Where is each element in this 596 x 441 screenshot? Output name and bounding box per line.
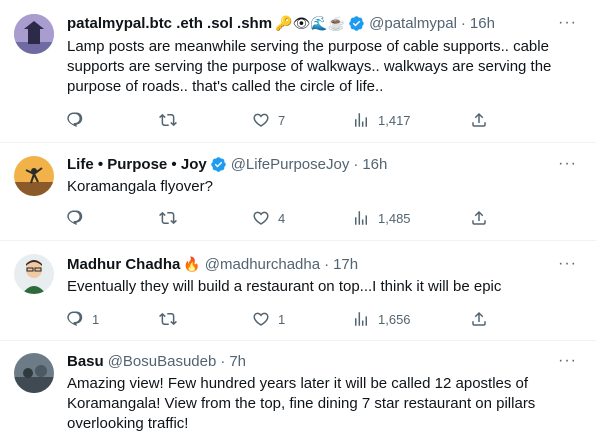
separator-dot: · bbox=[220, 352, 226, 370]
timestamp[interactable]: 7h bbox=[229, 353, 246, 370]
more-options-icon[interactable]: ··· bbox=[558, 15, 576, 36]
reply-button[interactable]: 1 bbox=[66, 309, 99, 329]
views-chart-icon bbox=[355, 113, 367, 127]
name-emojis: 🔥 bbox=[183, 255, 201, 272]
separator-dot: · bbox=[324, 255, 330, 273]
timestamp[interactable]: 16h bbox=[362, 156, 387, 173]
views-button[interactable]: 1,485 bbox=[352, 208, 411, 228]
heart-icon bbox=[253, 312, 269, 326]
name-emojis: 🔑👁🌊☕ bbox=[275, 14, 346, 31]
views-chart-icon bbox=[355, 211, 367, 225]
timestamp[interactable]: 17h bbox=[333, 256, 358, 273]
author-handle[interactable]: @LifePurposeJoy bbox=[231, 156, 350, 173]
avatar[interactable] bbox=[14, 254, 54, 294]
more-options-icon[interactable]: ··· bbox=[558, 256, 576, 277]
author-name[interactable]: Basu bbox=[67, 353, 104, 370]
reply-icon bbox=[67, 311, 83, 327]
reply-button[interactable] bbox=[66, 208, 92, 228]
tweet-2[interactable]: Life • Purpose • Joy @LifePurposeJoy · 1… bbox=[0, 143, 596, 241]
avatar[interactable] bbox=[14, 156, 54, 196]
share-icon bbox=[472, 112, 486, 127]
action-bar: 4 1,485 bbox=[56, 208, 496, 228]
verified-badge-icon bbox=[210, 156, 227, 173]
share-icon bbox=[472, 311, 486, 326]
tweet-3[interactable]: Madhur Chadha 🔥 @madhurchadha · 17h ··· … bbox=[0, 241, 596, 341]
retweet-icon bbox=[159, 113, 177, 127]
like-button[interactable]: 7 bbox=[252, 110, 285, 130]
action-bar: 1 1 1,656 bbox=[56, 309, 496, 329]
heart-icon bbox=[253, 113, 269, 127]
tweet-1[interactable]: patalmypal.btc .eth .sol .shm 🔑👁🌊☕ @pata… bbox=[0, 0, 596, 143]
retweet-button[interactable] bbox=[159, 309, 185, 329]
retweet-icon bbox=[159, 211, 177, 225]
like-button[interactable]: 4 bbox=[252, 208, 285, 228]
tweet-text: Lamp posts are meanwhile serving the pur… bbox=[67, 38, 552, 95]
author-handle[interactable]: @madhurchadha bbox=[205, 256, 320, 273]
author-name[interactable]: Life • Purpose • Joy bbox=[67, 156, 207, 173]
tweet-text: Amazing view! Few hundred years later it… bbox=[67, 375, 536, 432]
heart-icon bbox=[253, 211, 269, 225]
avatar[interactable] bbox=[14, 353, 54, 393]
avatar[interactable] bbox=[14, 14, 54, 54]
retweet-button[interactable] bbox=[159, 110, 185, 130]
share-button[interactable] bbox=[470, 110, 488, 130]
tweet-text: Koramangala flyover? bbox=[67, 178, 213, 195]
views-chart-icon bbox=[355, 312, 367, 326]
more-options-icon[interactable]: ··· bbox=[558, 156, 576, 177]
author-handle[interactable]: @BosuBasudeb bbox=[108, 353, 217, 370]
author-handle[interactable]: @patalmypal bbox=[369, 15, 457, 32]
more-options-icon[interactable]: ··· bbox=[558, 353, 576, 374]
retweet-icon bbox=[159, 312, 177, 326]
share-button[interactable] bbox=[470, 309, 488, 329]
tweet-text: Eventually they will build a restaurant … bbox=[67, 278, 502, 295]
tweet-4[interactable]: Basu @BosuBasudeb · 7h ··· Amazing view!… bbox=[0, 341, 596, 441]
separator-dot: · bbox=[460, 14, 466, 32]
views-button[interactable]: 1,656 bbox=[352, 309, 411, 329]
timestamp[interactable]: 16h bbox=[470, 15, 495, 32]
retweet-button[interactable] bbox=[159, 208, 185, 228]
author-name[interactable]: patalmypal.btc .eth .sol .shm bbox=[67, 15, 272, 32]
reply-icon bbox=[67, 112, 83, 128]
share-icon bbox=[472, 210, 486, 225]
share-button[interactable] bbox=[470, 208, 488, 228]
reply-icon bbox=[67, 210, 83, 226]
reply-button[interactable] bbox=[66, 110, 92, 130]
action-bar: 7 1,417 bbox=[56, 110, 496, 130]
separator-dot: · bbox=[353, 155, 359, 173]
views-button[interactable]: 1,417 bbox=[352, 110, 411, 130]
like-button[interactable]: 1 bbox=[252, 309, 285, 329]
author-name[interactable]: Madhur Chadha bbox=[67, 256, 180, 273]
verified-badge-icon bbox=[348, 15, 365, 32]
